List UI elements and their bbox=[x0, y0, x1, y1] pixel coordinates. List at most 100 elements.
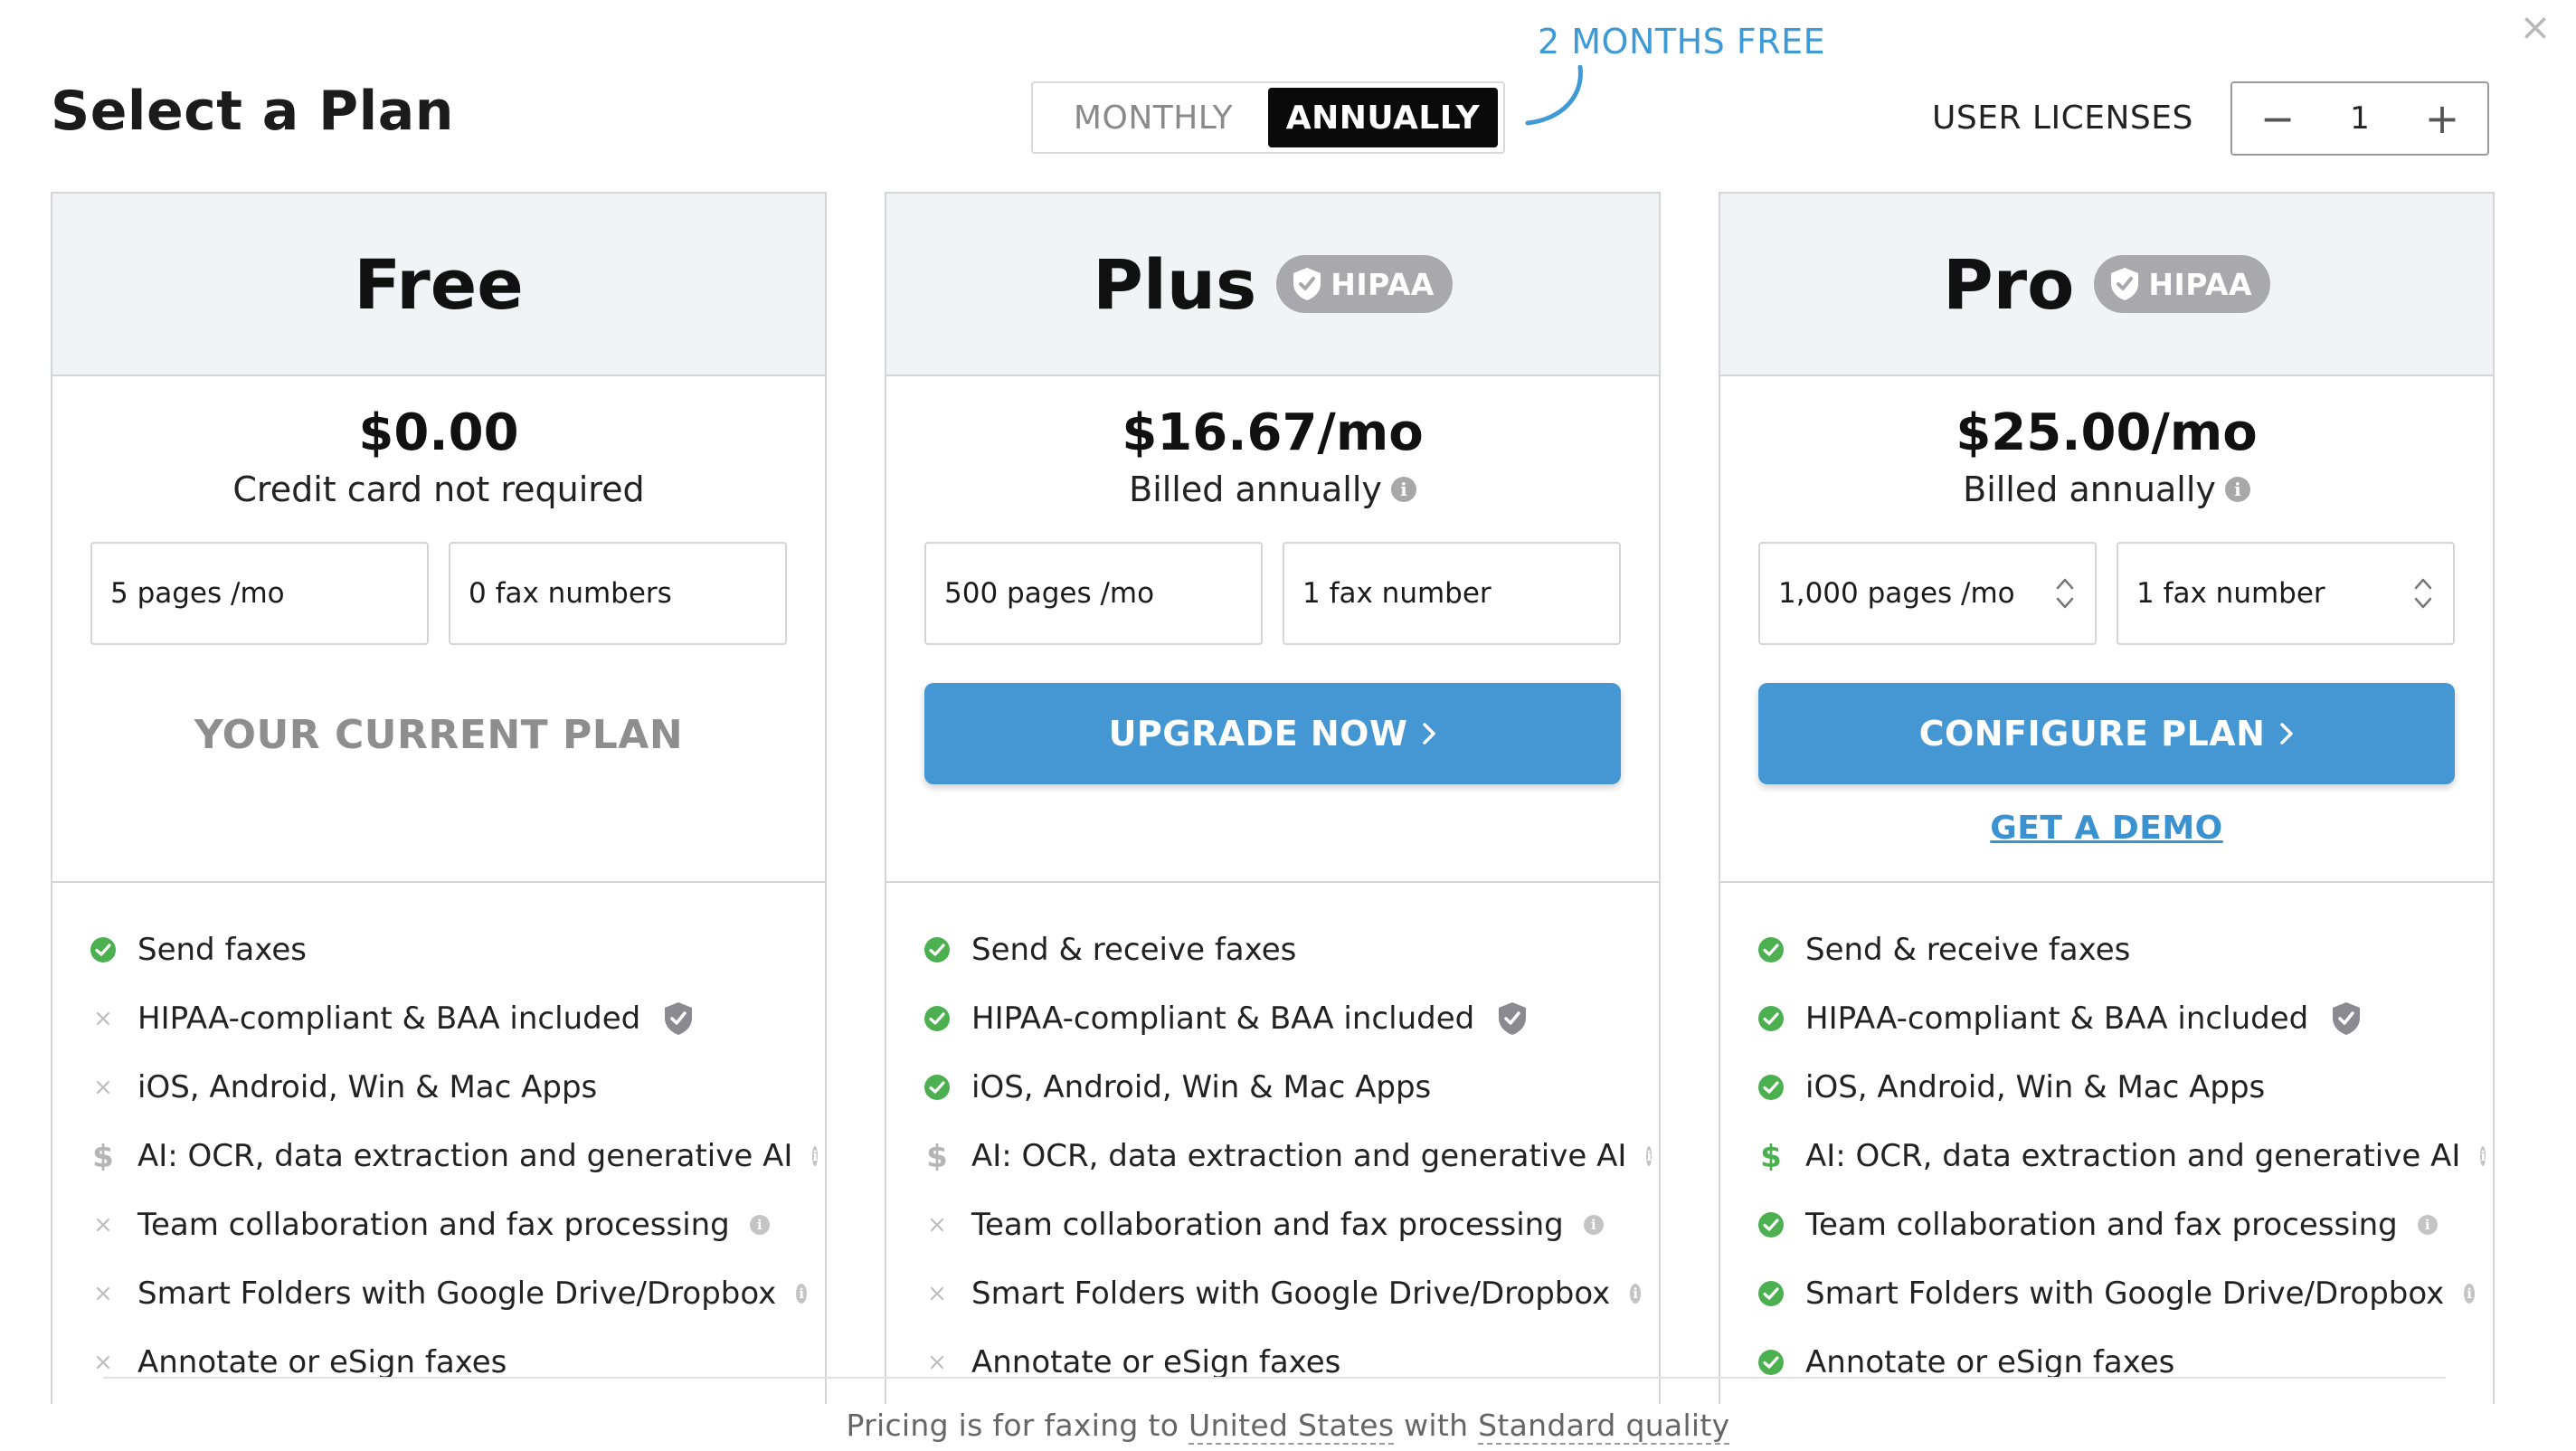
minus-icon[interactable]: − bbox=[2259, 98, 2296, 139]
check-circle-icon bbox=[1758, 1006, 1784, 1031]
x-icon bbox=[96, 1218, 110, 1232]
pages-select[interactable]: 5 pages /mo bbox=[90, 542, 429, 645]
page-title: Select a Plan bbox=[51, 80, 454, 143]
check-circle-icon bbox=[1758, 937, 1784, 963]
info-icon[interactable]: i bbox=[2480, 1146, 2486, 1166]
plan-header: Pro HIPAA bbox=[1720, 194, 2493, 376]
fax-numbers-select[interactable]: 0 fax numbers bbox=[449, 542, 787, 645]
feature-mark bbox=[1757, 935, 1785, 964]
feature-label: Smart Folders with Google Drive/Dropbox bbox=[1805, 1276, 2445, 1312]
info-icon[interactable]: i bbox=[749, 1215, 770, 1235]
dollar-icon: $ bbox=[92, 1142, 114, 1171]
feature-mark bbox=[923, 1004, 952, 1033]
country-selector[interactable]: United States bbox=[1188, 1408, 1395, 1445]
upgrade-now-label: UPGRADE NOW bbox=[1108, 714, 1408, 754]
feature-mark bbox=[89, 1279, 118, 1308]
plan-subtext: Credit card not required bbox=[52, 469, 825, 509]
info-icon[interactable]: i bbox=[1390, 477, 1416, 502]
feature-mark bbox=[1757, 1210, 1785, 1239]
get-a-demo-link[interactable]: GET A DEMO bbox=[1720, 810, 2493, 847]
dollar-icon: $ bbox=[1760, 1142, 1782, 1171]
user-licenses-value[interactable]: 1 bbox=[2350, 100, 2370, 137]
info-icon[interactable]: i bbox=[796, 1284, 807, 1304]
feature-label: Team collaboration and fax processing bbox=[1805, 1207, 2398, 1243]
feature-item: $ AI: OCR, data extraction and generative… bbox=[923, 1122, 1653, 1190]
feature-item: HIPAA-compliant & BAA included bbox=[89, 984, 807, 1053]
feature-item: iOS, Android, Win & Mac Apps bbox=[1757, 1053, 2475, 1122]
feature-item: Team collaboration and fax processing i bbox=[923, 1190, 1641, 1259]
feature-mark bbox=[923, 1210, 952, 1239]
info-icon[interactable]: i bbox=[2224, 477, 2250, 502]
feature-label: HIPAA-compliant & BAA included bbox=[971, 1001, 1475, 1037]
feature-label: Send faxes bbox=[137, 932, 307, 968]
info-icon[interactable]: i bbox=[1646, 1146, 1653, 1166]
configure-plan-button[interactable]: CONFIGURE PLAN bbox=[1758, 683, 2455, 784]
feature-item: Smart Folders with Google Drive/Dropbox i bbox=[1757, 1259, 2475, 1328]
billing-monthly-button[interactable]: MONTHLY bbox=[1038, 88, 1268, 147]
feature-mark bbox=[89, 1004, 118, 1033]
feature-item: Team collaboration and fax processing i bbox=[1757, 1190, 2475, 1259]
info-icon[interactable]: i bbox=[1630, 1284, 1641, 1304]
pages-select[interactable]: 500 pages /mo bbox=[924, 542, 1263, 645]
plan-subtext-label: Credit card not required bbox=[232, 469, 645, 509]
close-icon[interactable]: × bbox=[2517, 8, 2553, 46]
pages-select-value: 5 pages /mo bbox=[110, 577, 285, 610]
plan-header: Plus HIPAA bbox=[886, 194, 1659, 376]
pages-select[interactable]: 1,000 pages /mo bbox=[1758, 542, 2097, 645]
feature-mark bbox=[1757, 1073, 1785, 1102]
feature-label: iOS, Android, Win & Mac Apps bbox=[1805, 1069, 2266, 1105]
plan-name: Plus bbox=[1093, 243, 1257, 325]
billing-annually-button[interactable]: ANNUALLY bbox=[1268, 88, 1498, 147]
feature-mark bbox=[923, 935, 952, 964]
chevron-right-icon bbox=[1423, 723, 1436, 744]
promo-label: 2 MONTHS FREE bbox=[1538, 22, 1826, 62]
shield-check-icon bbox=[665, 1002, 693, 1035]
x-icon bbox=[930, 1218, 944, 1232]
feature-mark: $ bbox=[923, 1142, 952, 1171]
plan-card-plus: Plus HIPAA $16.67/mo Billed annually i 5… bbox=[885, 192, 1661, 1404]
feature-item: Smart Folders with Google Drive/Dropbox i bbox=[923, 1259, 1641, 1328]
plus-icon[interactable]: + bbox=[2424, 98, 2460, 139]
check-circle-icon bbox=[1758, 1075, 1784, 1100]
hipaa-badge: HIPAA bbox=[1276, 255, 1453, 313]
fax-numbers-select-value: 1 fax number bbox=[1302, 577, 1492, 610]
check-circle-icon bbox=[924, 1075, 950, 1100]
quality-selector[interactable]: Standard quality bbox=[1478, 1408, 1730, 1445]
feature-mark bbox=[1757, 1279, 1785, 1308]
info-icon[interactable]: i bbox=[812, 1146, 819, 1166]
feature-label: AI: OCR, data extraction and generative … bbox=[1805, 1138, 2461, 1174]
feature-label: Send & receive faxes bbox=[1805, 932, 2131, 968]
chevron-up-down-icon bbox=[2414, 578, 2432, 609]
divider bbox=[1720, 881, 2493, 883]
feature-label: HIPAA-compliant & BAA included bbox=[1805, 1001, 2309, 1037]
plan-name: Pro bbox=[1942, 243, 2075, 325]
user-licenses-stepper: − 1 + bbox=[2230, 81, 2489, 156]
plan-header: Free bbox=[52, 194, 825, 376]
check-circle-icon bbox=[924, 1006, 950, 1031]
footer-divider bbox=[103, 1377, 2446, 1379]
upgrade-now-button[interactable]: UPGRADE NOW bbox=[924, 683, 1621, 784]
x-icon bbox=[96, 1286, 110, 1301]
feature-label: Team collaboration and fax processing bbox=[971, 1207, 1564, 1243]
info-icon[interactable]: i bbox=[2464, 1284, 2475, 1304]
info-icon[interactable]: i bbox=[2417, 1215, 2438, 1235]
svg-text:$: $ bbox=[1760, 1142, 1782, 1171]
configure-plan-label: CONFIGURE PLAN bbox=[1918, 714, 2266, 754]
plan-price: $25.00/mo bbox=[1956, 403, 2258, 462]
feature-mark bbox=[89, 1348, 118, 1377]
plan-subtext: Billed annually i bbox=[886, 469, 1659, 509]
feature-mark bbox=[89, 1073, 118, 1102]
feature-mark bbox=[1757, 1348, 1785, 1377]
hipaa-badge: HIPAA bbox=[2094, 255, 2271, 313]
x-icon bbox=[96, 1080, 110, 1095]
feature-item: HIPAA-compliant & BAA included bbox=[923, 984, 1641, 1053]
plan-card-pro: Pro HIPAA $25.00/mo Billed annually i 1,… bbox=[1719, 192, 2495, 1404]
hipaa-badge-label: HIPAA bbox=[1331, 266, 1435, 302]
info-icon[interactable]: i bbox=[1583, 1215, 1604, 1235]
feature-item: HIPAA-compliant & BAA included bbox=[1757, 984, 2475, 1053]
fax-numbers-select[interactable]: 1 fax number bbox=[2117, 542, 2455, 645]
feature-mark bbox=[89, 935, 118, 964]
x-icon bbox=[96, 1355, 110, 1370]
fax-numbers-select[interactable]: 1 fax number bbox=[1283, 542, 1621, 645]
user-licenses-label: USER LICENSES bbox=[1932, 100, 2193, 137]
